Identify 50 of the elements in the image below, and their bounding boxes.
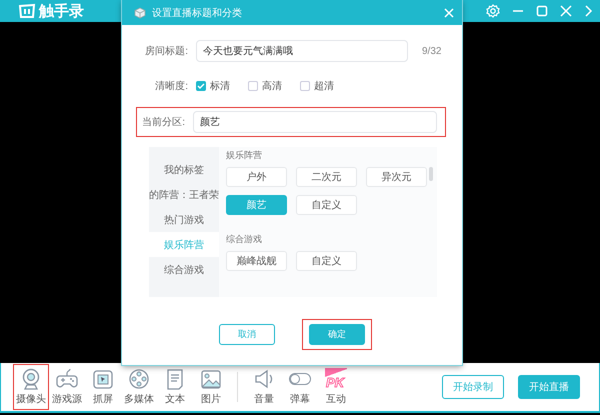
category-tab[interactable]: 我的标签	[149, 157, 219, 182]
app-logo-text: 触手录	[39, 2, 84, 20]
toolbar-button[interactable]: 抓屏	[85, 364, 121, 410]
pk-badge: PK	[325, 368, 347, 390]
close-icon[interactable]	[560, 5, 572, 17]
chevron-right-icon[interactable]	[584, 5, 594, 17]
field-label: 清晰度:	[154, 80, 188, 93]
maximize-icon[interactable]	[536, 5, 548, 17]
category-tab[interactable]: 综合游戏	[149, 257, 219, 282]
current-category-field[interactable]: 颜艺	[193, 111, 437, 133]
dialog-title: 设置直播标题和分类	[152, 6, 242, 20]
film-reel-icon	[128, 368, 150, 390]
checkbox-option[interactable]: 高清	[248, 79, 282, 93]
scrollbar-thumb[interactable]	[429, 167, 433, 181]
category-tag[interactable]: 户外	[226, 167, 287, 187]
room-title-field[interactable]: 今天也要元气满满哦	[196, 40, 408, 62]
logo-icon	[18, 3, 36, 19]
toolbar-button[interactable]: 文本	[157, 364, 193, 410]
category-tab[interactable]: 热门游戏	[149, 207, 219, 232]
toolbar-button[interactable]: 游戏源	[49, 364, 85, 410]
category-tag[interactable]: 二次元	[296, 167, 357, 187]
checkbox-option[interactable]: 标清	[196, 79, 230, 93]
category-tag[interactable]: 自定义	[296, 251, 357, 271]
cube-icon	[134, 6, 146, 18]
toolbar-button[interactable]: 摄像头	[13, 364, 49, 410]
checkbox[interactable]	[248, 81, 258, 91]
settings-icon[interactable]	[486, 4, 500, 18]
close-icon	[444, 8, 454, 18]
category-tag[interactable]: 自定义	[296, 195, 357, 215]
toolbar-button[interactable]: 多媒体	[121, 364, 157, 410]
speaker-icon	[253, 368, 275, 390]
toolbar-button[interactable]: 图片	[193, 364, 229, 410]
checkbox[interactable]	[300, 81, 310, 91]
category-tag[interactable]: 异次元	[366, 167, 427, 187]
screen-cursor-icon	[92, 368, 114, 390]
section-title: 综合游戏	[226, 233, 263, 246]
gamepad-icon	[56, 368, 78, 390]
checkbox[interactable]	[196, 81, 206, 91]
toggle-switch[interactable]	[289, 373, 311, 385]
field-label: 房间标题:	[144, 44, 188, 58]
character-counter: 9/32	[422, 46, 442, 56]
webcam-icon	[20, 368, 42, 390]
category-tag[interactable]: 巅峰战舰	[226, 251, 287, 271]
checkbox-option[interactable]: 超清	[300, 79, 334, 93]
close-button[interactable]	[444, 8, 454, 18]
category-tab[interactable]: 的阵营：王者荣	[149, 182, 219, 207]
field-label: 当前分区:	[141, 116, 185, 129]
toolbar-button[interactable]: 音量	[246, 364, 282, 410]
picture-icon	[200, 368, 222, 390]
section-title: 娱乐阵营	[226, 149, 263, 162]
